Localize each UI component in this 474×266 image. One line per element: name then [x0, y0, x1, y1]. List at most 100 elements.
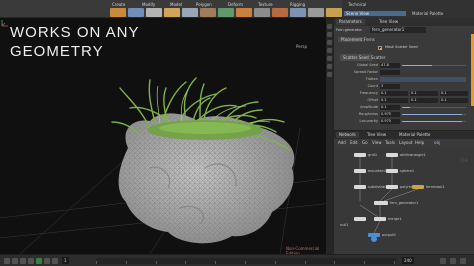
- shelf-tool-icon[interactable]: [254, 8, 270, 17]
- grid-icon[interactable]: [327, 64, 332, 69]
- roughness-field[interactable]: 0.975: [380, 112, 400, 117]
- scene-viewport[interactable]: WORKS ON ANY GEOMETRY Persp Non-Commerci…: [0, 18, 333, 254]
- count-field[interactable]: 3: [380, 84, 400, 89]
- shelf-tool-icon[interactable]: [146, 8, 162, 17]
- menu-view[interactable]: View: [372, 140, 382, 146]
- offset-z-field[interactable]: 0.1: [440, 98, 468, 103]
- frequency-z-field[interactable]: 0.1: [440, 91, 468, 96]
- node-name-field[interactable]: fern_generator1: [370, 27, 426, 33]
- mask-scatter-seed-checkbox[interactable]: [378, 46, 382, 50]
- menu-layout[interactable]: Layout: [399, 140, 413, 146]
- node-sphere[interactable]: [386, 169, 398, 173]
- end-frame-field[interactable]: 240: [402, 257, 414, 264]
- title-overlay: WORKS ON ANY GEOMETRY: [10, 23, 140, 61]
- node-polyreduce[interactable]: [386, 185, 398, 189]
- flatten-field[interactable]: [380, 77, 466, 82]
- node-merge[interactable]: [374, 217, 386, 221]
- pane-tab-material-palette[interactable]: Material Palette: [412, 11, 443, 16]
- offset-y-field[interactable]: 0.1: [410, 98, 438, 103]
- node-output[interactable]: [368, 233, 380, 237]
- node-label: fernmask1: [426, 185, 445, 189]
- shelf-tool-icon[interactable]: [272, 8, 288, 17]
- mask-scatter-seed-label: Mask Scatter Seed: [385, 45, 418, 49]
- play-icon[interactable]: [36, 258, 42, 264]
- amplitude-slider[interactable]: [402, 107, 466, 108]
- tab-tree-view[interactable]: Tree View: [376, 19, 401, 25]
- node-fern-generator[interactable]: [374, 201, 388, 205]
- stop-icon[interactable]: [28, 258, 34, 264]
- shading-mode-icon[interactable]: [327, 32, 332, 37]
- shelf-tool-icon[interactable]: [164, 8, 180, 17]
- shelf-tool-icon[interactable]: [308, 8, 324, 17]
- frequency-y-field[interactable]: 0.1: [410, 91, 438, 96]
- realtime-toggle-icon[interactable]: [450, 258, 456, 264]
- roughness-slider[interactable]: [402, 114, 466, 115]
- jump-start-icon[interactable]: [4, 258, 10, 264]
- lacunarity-slider[interactable]: [402, 121, 466, 122]
- node-mountain[interactable]: [354, 169, 366, 173]
- folder-tab-ferns[interactable]: Ferns: [364, 37, 375, 42]
- timeline-tick: [96, 261, 97, 264]
- timeline-tick: [245, 261, 246, 264]
- frequency-x-field[interactable]: 0.1: [380, 91, 408, 96]
- tab-network[interactable]: Network: [336, 132, 359, 138]
- lighting-icon[interactable]: [327, 48, 332, 53]
- tab-parameters[interactable]: Parameters: [336, 19, 365, 25]
- node-fernmask[interactable]: [412, 185, 424, 189]
- node-null[interactable]: [354, 217, 366, 221]
- node-grid[interactable]: [354, 153, 366, 157]
- shelf-tool-icon[interactable]: [236, 8, 252, 17]
- current-frame-field[interactable]: 1: [62, 257, 69, 264]
- shelf-tool-icon[interactable]: [218, 8, 234, 17]
- spread-field[interactable]: [380, 70, 400, 75]
- snap-icon[interactable]: [327, 72, 332, 77]
- network-editor[interactable]: grid1 mountain1 subdivide1 attribwrangle…: [334, 147, 474, 255]
- keyframe-icon[interactable]: [440, 258, 446, 264]
- menu-add[interactable]: Add: [338, 140, 346, 146]
- wireframe-icon[interactable]: [327, 40, 332, 45]
- camera-icon[interactable]: [327, 56, 332, 61]
- folder-tab-placement[interactable]: Placement: [338, 37, 366, 42]
- shelf-tool-icon[interactable]: [200, 8, 216, 17]
- node-label: attribwrangle1: [400, 153, 426, 157]
- menu-tools[interactable]: Tools: [385, 140, 395, 146]
- timeline-ruler[interactable]: [96, 258, 396, 264]
- shelf-tool-icon[interactable]: [182, 8, 198, 17]
- node-label: null1: [340, 223, 349, 227]
- jump-end-icon[interactable]: [52, 258, 58, 264]
- param-label: Amplitude: [360, 105, 378, 109]
- shelf-tool-icon[interactable]: [326, 8, 342, 17]
- step-back-icon[interactable]: [12, 258, 18, 264]
- timeline-bar: 1 240: [0, 254, 474, 266]
- menu-help[interactable]: Help: [415, 140, 424, 146]
- camera-label[interactable]: Persp: [296, 44, 307, 49]
- menu-edit[interactable]: Edit: [350, 140, 358, 146]
- node-subdivide[interactable]: [354, 185, 366, 189]
- desktop-label[interactable]: Technical: [348, 2, 366, 7]
- node-label: grid1: [368, 153, 378, 157]
- subtab-scatter[interactable]: Scatter: [368, 54, 388, 61]
- tab-tree-view-net[interactable]: Tree View: [364, 132, 389, 138]
- network-path[interactable]: obj: [434, 140, 440, 146]
- global-seed-field[interactable]: 47.8: [380, 63, 400, 68]
- step-forward-icon[interactable]: [44, 258, 50, 264]
- menu-go[interactable]: Go: [362, 140, 368, 146]
- shelf-tool-icon[interactable]: [290, 8, 306, 17]
- param-row-roughness: Roughness 0.975: [334, 111, 474, 117]
- display-options-icon[interactable]: [327, 24, 332, 29]
- node-header: Fern generator fern_generator1: [334, 26, 474, 34]
- axis-gizmo-icon: [1, 20, 8, 27]
- offset-x-field[interactable]: 0.1: [380, 98, 408, 103]
- node-attribwrangle[interactable]: [386, 153, 398, 157]
- play-reverse-icon[interactable]: [20, 258, 26, 264]
- timeline-tick: [185, 261, 186, 264]
- audio-icon[interactable]: [460, 258, 466, 264]
- shelf-tool-icon[interactable]: [128, 8, 144, 17]
- lacunarity-field[interactable]: 0.975: [380, 119, 400, 124]
- shelf-tool-icon[interactable]: [110, 8, 126, 17]
- param-label: Roughness: [358, 112, 378, 116]
- subtab-scatter-seed[interactable]: Scatter Seed: [340, 54, 372, 61]
- amplitude-field[interactable]: 0.1: [380, 105, 400, 110]
- global-seed-slider[interactable]: [402, 65, 466, 66]
- tab-material-palette-net[interactable]: Material Palette: [396, 132, 433, 138]
